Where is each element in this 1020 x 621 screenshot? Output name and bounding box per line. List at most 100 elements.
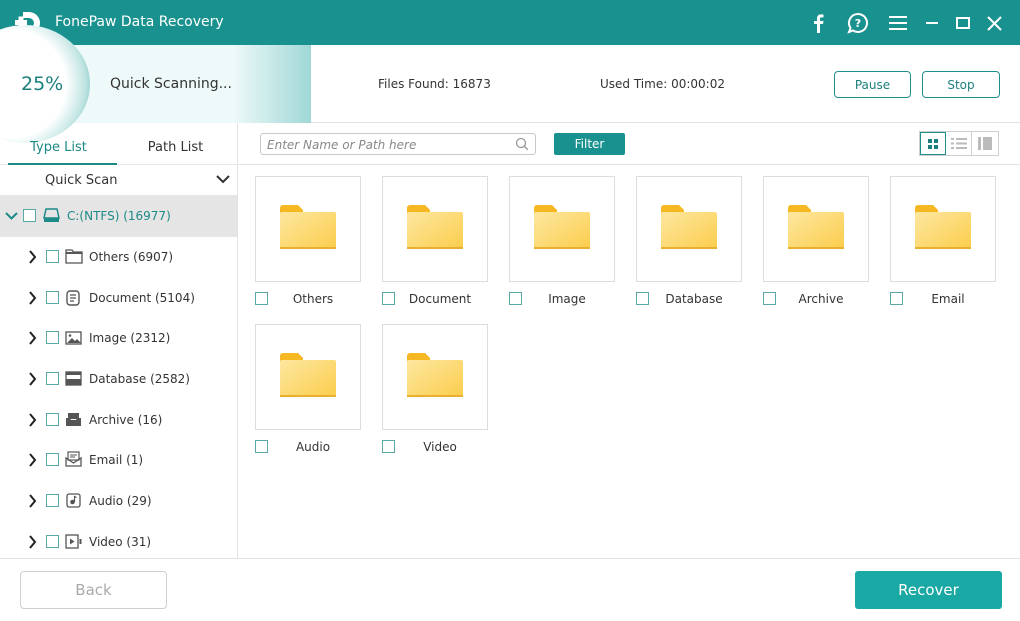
list-view-icon <box>950 138 967 149</box>
category-tree: Others (6907) Document (5104) Image (231… <box>0 237 237 558</box>
search-box <box>260 133 536 155</box>
folder-icon <box>661 205 717 249</box>
tree-item-video[interactable]: Video (31) <box>0 522 237 558</box>
chevron-down-icon[interactable] <box>5 211 18 221</box>
folder-icon <box>280 205 336 249</box>
scan-status-bar: 25% Quick Scanning... Files Found: 16873… <box>0 25 1020 143</box>
category-tile[interactable] <box>255 176 361 282</box>
detail-view-icon <box>978 137 992 150</box>
sidebar-tabs: Type List Path List <box>0 123 237 165</box>
chevron-right-icon[interactable] <box>28 250 37 264</box>
category-tile[interactable] <box>763 176 869 282</box>
tree-checkbox[interactable] <box>46 412 59 426</box>
menu-icon[interactable] <box>878 9 918 37</box>
svg-text:?: ? <box>855 17 861 30</box>
used-time: Used Time: 00:00:02 <box>600 77 725 91</box>
chevron-right-icon[interactable] <box>28 453 37 468</box>
folder-icon <box>534 205 590 249</box>
folder-icon <box>788 205 844 249</box>
tree-item-others[interactable]: Others (6907) <box>0 237 237 278</box>
tree-item-archive[interactable]: Archive (16) <box>0 400 237 441</box>
sidebar: Type List Path List Quick Scan C:(NTFS) … <box>0 123 238 558</box>
tree-label: Others (6907) <box>89 250 174 264</box>
category-tile[interactable] <box>382 176 488 282</box>
tree-checkbox[interactable] <box>46 290 59 304</box>
tree-checkbox[interactable] <box>46 250 59 263</box>
maximize-icon[interactable] <box>946 9 980 37</box>
folder-icon <box>65 249 83 264</box>
tree-checkbox[interactable] <box>46 372 59 386</box>
tree-item-database[interactable]: Database (2582) <box>0 359 237 400</box>
list-view-button[interactable] <box>946 132 972 155</box>
filter-button[interactable]: Filter <box>554 133 625 155</box>
help-chat-icon[interactable]: ? <box>838 9 878 37</box>
tile-label: Others <box>292 292 334 306</box>
email-icon <box>65 451 82 468</box>
tree-label: Archive (16) <box>89 412 163 427</box>
scan-mode-label: Quick Scan <box>45 173 118 188</box>
minimize-icon[interactable] <box>918 9 946 37</box>
search-input[interactable] <box>261 135 501 155</box>
tree-item-document[interactable]: Document (5104) <box>0 278 237 319</box>
footer: Back Recover <box>0 558 1020 621</box>
scan-mode-dropdown[interactable]: Quick Scan <box>0 165 237 195</box>
folder-icon <box>407 353 463 397</box>
audio-icon <box>66 493 81 508</box>
category-tile[interactable] <box>890 176 996 282</box>
folder-icon <box>407 205 463 249</box>
facebook-icon[interactable] <box>798 9 838 37</box>
image-icon <box>65 331 82 346</box>
recover-button[interactable]: Recover <box>855 571 1002 609</box>
drive-icon <box>43 208 60 222</box>
pause-button[interactable]: Pause <box>834 71 911 98</box>
chevron-right-icon[interactable] <box>28 291 37 305</box>
tree-item-email[interactable]: Email (1) <box>0 440 237 481</box>
tree-label: Video (31) <box>89 534 152 549</box>
scan-progress-panel: 25% Quick Scanning... <box>0 25 311 143</box>
drive-checkbox[interactable] <box>23 209 36 222</box>
category-tile[interactable] <box>382 324 488 430</box>
tree-item-audio[interactable]: Audio (29) <box>0 481 237 522</box>
tab-type-list[interactable]: Type List <box>0 123 117 164</box>
tree-item-image[interactable]: Image (2312) <box>0 318 237 359</box>
chevron-right-icon[interactable] <box>28 494 37 508</box>
tree-checkbox[interactable] <box>46 453 59 467</box>
grid-view-icon <box>928 138 938 149</box>
tile-label: Audio <box>295 440 331 454</box>
view-mode-toggle <box>919 131 999 156</box>
chevron-right-icon[interactable] <box>28 535 37 549</box>
tree-checkbox[interactable] <box>46 534 59 548</box>
progress-percent: 25% <box>21 73 64 95</box>
category-tile[interactable] <box>509 176 615 282</box>
tile-label: Document <box>408 292 472 306</box>
tree-checkbox[interactable] <box>46 331 59 345</box>
folder-icon <box>915 205 971 249</box>
tile-label: Archive <box>798 292 844 306</box>
tile-label: Image <box>548 292 586 306</box>
document-icon <box>66 289 80 306</box>
tree-label: Database (2582) <box>89 372 190 387</box>
close-icon[interactable] <box>980 9 1008 37</box>
search-icon[interactable] <box>515 137 529 151</box>
category-tile[interactable] <box>636 176 742 282</box>
tree-label: Audio (29) <box>89 494 152 509</box>
tile-label: Database <box>665 292 723 306</box>
main-panel: Filter Others Document Image Database Archiv… <box>239 123 1020 558</box>
tree-label: Image (2312) <box>89 331 171 346</box>
tree-label: Document (5104) <box>89 290 195 305</box>
drive-row[interactable]: C:(NTFS) (16977) <box>0 195 237 237</box>
chevron-down-icon[interactable] <box>216 174 230 184</box>
folder-icon <box>280 353 336 397</box>
tile-label: Email <box>931 292 965 306</box>
grid-view-button[interactable] <box>920 132 946 155</box>
tree-checkbox[interactable] <box>46 494 59 508</box>
category-tile[interactable] <box>255 324 361 430</box>
chevron-right-icon[interactable] <box>28 372 37 386</box>
chevron-right-icon[interactable] <box>28 413 37 427</box>
detail-view-button[interactable] <box>972 132 998 155</box>
title-bar: FonePaw Data Recovery ? <box>0 0 1020 45</box>
back-button[interactable]: Back <box>20 571 167 609</box>
tab-path-list[interactable]: Path List <box>117 123 234 164</box>
stop-button[interactable]: Stop <box>922 71 1000 98</box>
chevron-right-icon[interactable] <box>28 331 37 346</box>
